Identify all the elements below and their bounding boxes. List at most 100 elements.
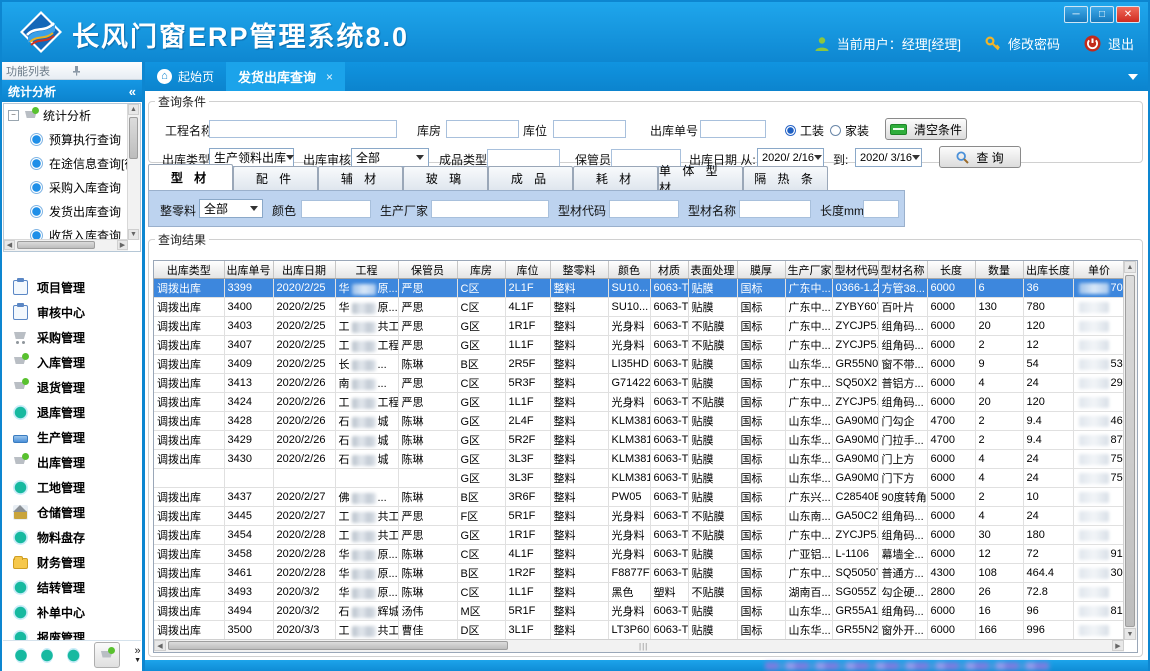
sidebar-menu-item[interactable]: 仓储管理 [3,500,141,525]
column-header[interactable]: 表面处理 [688,261,737,279]
table-row[interactable]: 调拨出库 3429 2020/2/26 石城 陈琳 G区 5R2F 整料 [154,431,1124,450]
column-header[interactable]: 型材代码 [832,261,878,279]
radio-workwear[interactable]: 工装 [785,122,824,139]
material-tab[interactable]: 辅 材 [318,166,403,190]
column-header[interactable]: 出库日期 [273,261,335,279]
table-vertical-scrollbar[interactable]: ▲ ▼ [1123,261,1137,640]
maximize-button[interactable]: □ [1090,6,1114,23]
date-from-picker[interactable]: 2020/ 2/16 [757,148,824,167]
tab-list-dropdown-icon[interactable] [1128,74,1138,80]
sidebar-menu-item[interactable]: 补单中心 [3,600,141,625]
column-header[interactable]: 库房 [457,261,505,279]
table-row[interactable]: G区 3L3F 整料 KLM3817 6063-T5 贴膜 国标 山东华... [154,469,1124,488]
table-row[interactable]: 调拨出库 3403 2020/2/25 工共工程 严思 G区 1R1F 整料 [154,317,1124,336]
scroll-left-icon[interactable]: ◀ [154,640,166,651]
tree-item[interactable]: 发货出库查询 [4,199,128,223]
tree-item[interactable]: 在途信息查询[待 [4,151,128,175]
column-header[interactable]: 出库长度 [1023,261,1073,279]
quick-module-icon[interactable] [41,648,53,663]
sidebar-menu-item[interactable]: 物料盘存 [3,525,141,550]
audit-select[interactable]: 全部 [351,148,429,167]
table-row[interactable]: 调拨出库 3458 2020/2/28 华原... 陈琳 C区 4L1F 整料 [154,545,1124,564]
sidebar-menu-item[interactable]: 生产管理 [3,425,141,450]
cart-shortcut-button[interactable] [94,642,120,668]
column-header[interactable]: 出库类型 [154,261,224,279]
table-row[interactable]: 调拨出库 3430 2020/2/26 石城 陈琳 G区 3L3F 整料 [154,450,1124,469]
quick-module-icon[interactable] [67,648,79,663]
tab-outbound-query[interactable]: 发货出库查询 × [226,62,345,91]
table-row[interactable]: 调拨出库 3445 2020/2/27 工共工程 严思 F区 5R1F 整料 [154,507,1124,526]
radio-homewear[interactable]: 家装 [830,122,869,139]
location-input[interactable] [553,120,626,138]
column-header[interactable]: 数量 [975,261,1023,279]
sidebar-menu-item[interactable]: 出库管理 [3,450,141,475]
material-tab[interactable]: 型 材 [148,164,233,190]
column-header[interactable]: 库位 [505,261,550,279]
whole-part-select[interactable]: 全部 [199,199,263,218]
column-header[interactable]: 长度 [927,261,975,279]
table-row[interactable]: 调拨出库 3428 2020/2/26 石城 陈琳 G区 2L4F 整料 [154,412,1124,431]
table-row[interactable]: 调拨出库 3454 2020/2/28 工共工程 严思 G区 1R1F 整料 [154,526,1124,545]
column-header[interactable]: 膜厚 [737,261,785,279]
scroll-right-icon[interactable]: ▶ [117,240,128,250]
column-header[interactable]: 生产厂家 [785,261,832,279]
tree-item[interactable]: 采购入库查询 [4,175,128,199]
column-header[interactable]: 型材名称 [878,261,927,279]
sidebar-menu-item[interactable]: 采购管理 [3,325,141,350]
scroll-left-icon[interactable]: ◀ [4,240,15,250]
material-tab[interactable]: 隔 热 条 [743,166,828,190]
sidebar-menu-item[interactable]: 退库管理 [3,400,141,425]
profile-code-input[interactable] [609,200,679,218]
table-row[interactable]: 调拨出库 3500 2020/3/3 工共工程 曹佳 D区 3L1F 整料 [154,621,1124,640]
material-tab[interactable]: 单 体 型 材 [658,166,743,190]
table-row[interactable]: 调拨出库 3409 2020/2/25 长... 陈琳 B区 2R5F 整料 [154,355,1124,374]
minimize-button[interactable]: ─ [1064,6,1088,23]
table-horizontal-scrollbar[interactable]: ◀ ||| ▶ [154,639,1124,652]
change-password-link[interactable]: 修改密码 [1008,34,1060,53]
table-row[interactable]: 调拨出库 3437 2020/2/27 佛... 陈琳 B区 3R6F 整料 [154,488,1124,507]
tree-horizontal-scrollbar[interactable]: ◀ ▶ [4,239,128,251]
table-row[interactable]: 调拨出库 3399 2020/2/25 华原... 严思 C区 2L1F 整料 [154,279,1124,298]
clear-conditions-button[interactable]: 清空条件 [885,118,967,140]
product-type-input[interactable] [487,149,560,167]
scroll-up-icon[interactable]: ▲ [1124,261,1136,273]
column-header[interactable]: 整零料 [550,261,608,279]
sidebar-menu-item[interactable]: 退货管理 [3,375,141,400]
material-tab[interactable]: 成 品 [488,166,573,190]
material-tab[interactable]: 配 件 [233,166,318,190]
collapse-icon[interactable]: « [129,84,136,99]
tab-home[interactable]: ⌂ 起始页 [145,62,226,91]
table-row[interactable]: 调拨出库 3424 2020/2/26 工工程 严思 G区 1L1F 整料 [154,393,1124,412]
column-header[interactable]: 颜色 [608,261,650,279]
scroll-up-icon[interactable]: ▲ [128,104,139,115]
material-tab[interactable]: 耗 材 [573,166,658,190]
table-row[interactable]: 调拨出库 3413 2020/2/26 南... 严思 C区 5R3F 整料 [154,374,1124,393]
scroll-down-icon[interactable]: ▼ [1124,628,1136,640]
warehouse-input[interactable] [446,120,519,138]
search-button[interactable]: 查 询 [939,146,1021,168]
tree-vertical-scrollbar[interactable]: ▲ ▼ [127,104,140,240]
sidebar-menu-item[interactable]: 财务管理 [3,550,141,575]
color-input[interactable] [301,200,371,218]
quick-module-icon[interactable] [15,648,27,663]
sidebar-menu-item[interactable]: 审核中心 [3,300,141,325]
project-name-input[interactable] [209,120,397,138]
close-button[interactable]: ✕ [1116,6,1140,23]
column-header[interactable]: 出库单号 [224,261,273,279]
date-to-picker[interactable]: 2020/ 3/16 [855,148,922,167]
sidebar-section-header[interactable]: 统计分析 « [2,80,142,102]
sidebar-menu-item[interactable]: 项目管理 [3,275,141,300]
pin-icon[interactable] [72,66,138,76]
length-input[interactable] [863,200,899,218]
column-header[interactable]: 材质 [650,261,688,279]
sidebar-menu-item[interactable]: 入库管理 [3,350,141,375]
sidebar-menu-item[interactable]: 报废管理 [3,625,141,641]
tree-item[interactable]: 预算执行查询 [4,127,128,151]
scroll-down-icon[interactable]: ▼ [128,229,139,240]
column-header[interactable]: 工程 [335,261,398,279]
order-no-input[interactable] [700,120,766,138]
maker-input[interactable] [431,200,549,218]
sidebar-menu-item[interactable]: 工地管理 [3,475,141,500]
table-row[interactable]: 调拨出库 3494 2020/3/2 石辉城 汤伟 M区 5R1F 整料 [154,602,1124,621]
scroll-right-icon[interactable]: ▶ [1112,640,1124,651]
